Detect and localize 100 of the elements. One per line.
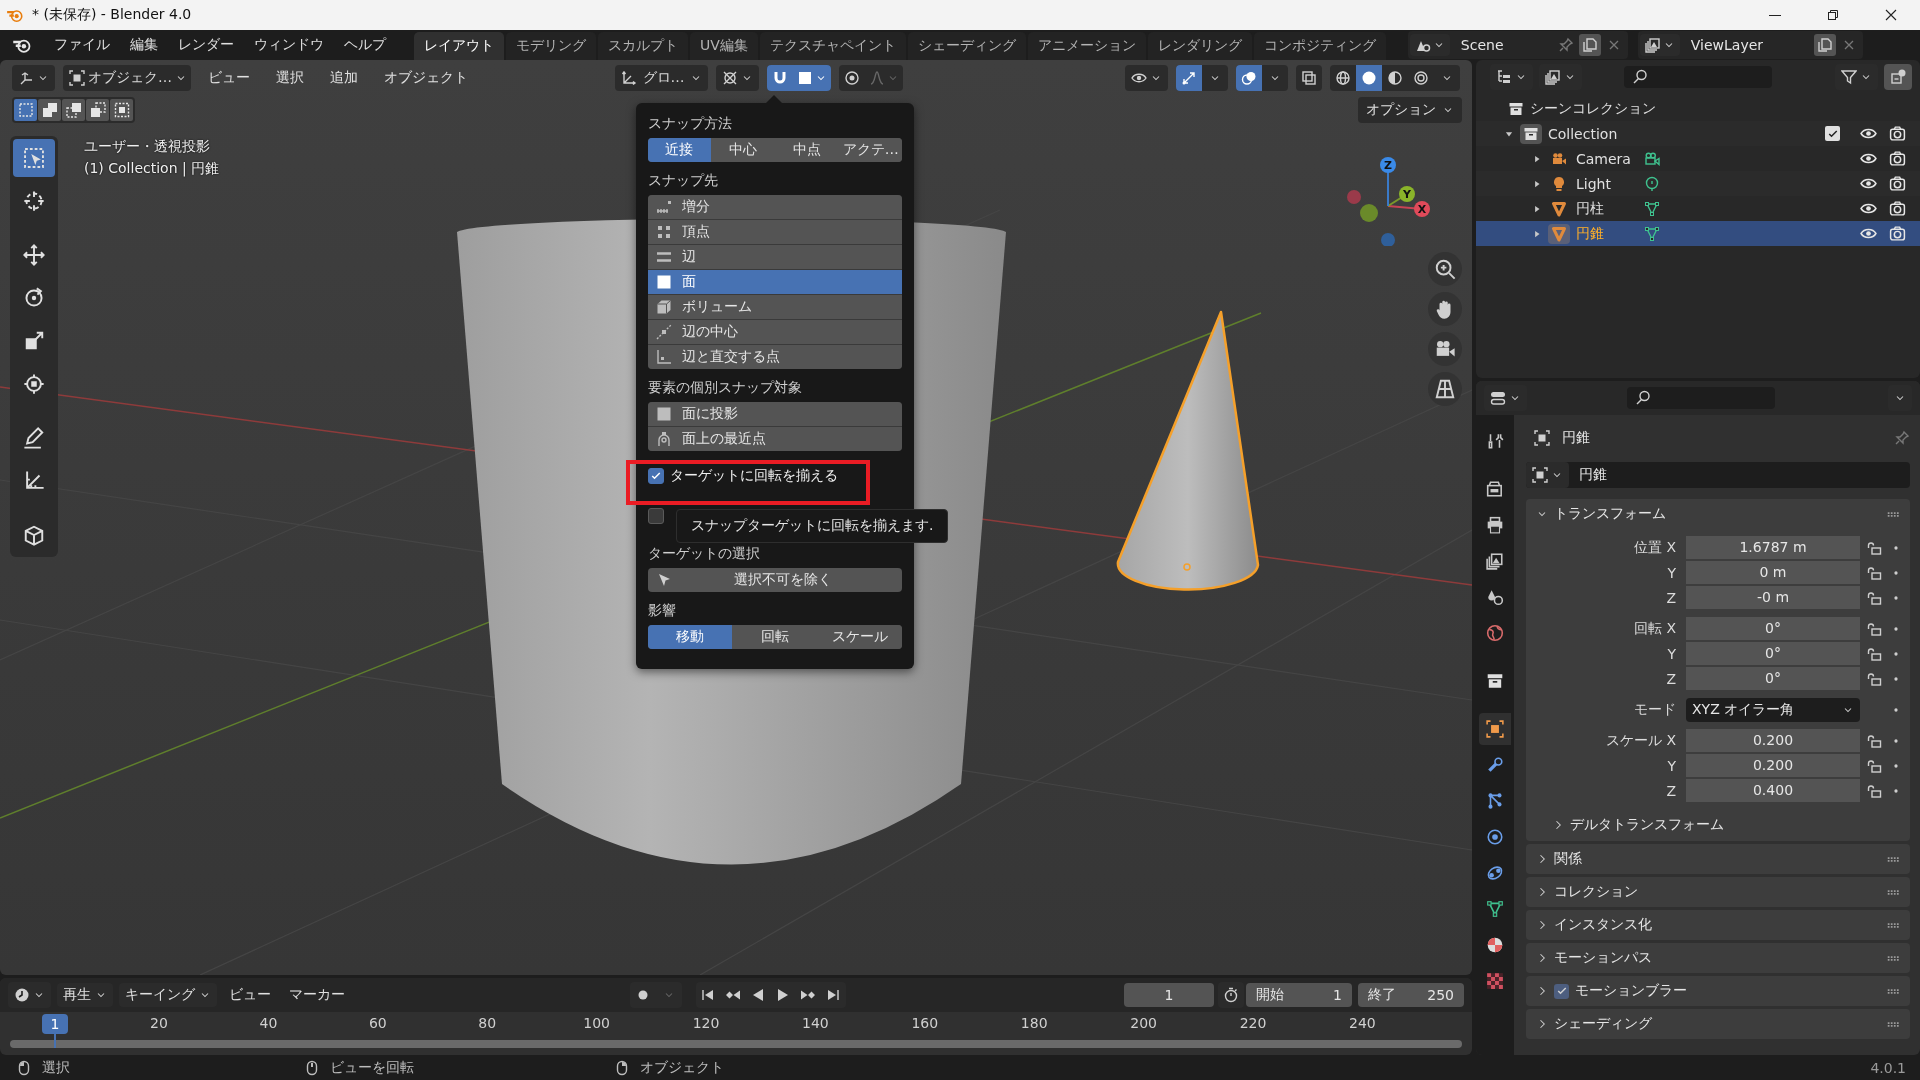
frame-number: 120 [692,1015,720,1031]
tree-item-label: Camera [1576,150,1632,167]
rotation-mode-dropdown[interactable]: XYZ オイラー角 [1686,697,1860,722]
panel-title[interactable]: コレクション [1554,883,1638,901]
tooltip: スナップターゲットに回転を揃えます. [676,509,949,543]
frame-number: 140 [802,1015,829,1031]
workspace-tab[interactable]: コンポジティング [1253,32,1386,60]
menu-item[interactable]: レンダー [168,33,244,57]
frame-number: 220 [1239,1015,1267,1031]
field-label: Z [1665,782,1677,799]
tree-item-label: Collection [1548,125,1618,142]
number-field[interactable]: 0.200 [1686,728,1860,753]
object-name: 円錐 [1562,429,1590,447]
checkbox-label: ターゲットに回転を揃える [670,467,838,485]
workspace-tab[interactable]: レンダリング [1147,32,1252,60]
number-field[interactable]: 0° [1686,641,1860,666]
status-hint: 選択 [42,1058,70,1077]
panel-title[interactable]: トランスフォーム [1554,505,1666,523]
menu-item[interactable]: 追加 [321,66,367,90]
frame-number: 60 [368,1015,387,1031]
menu-item[interactable]: 編集 [120,33,168,57]
panel-title[interactable]: 関係 [1554,850,1582,868]
snap-individual-option[interactable]: 面に投影 [648,402,902,426]
status-hint: オブジェクト [640,1058,724,1077]
viewport-info-text: (1) Collection | 円錐 [84,160,220,178]
panel-title[interactable]: モーションブラー [1575,982,1687,1000]
menu-item[interactable]: ビュー [223,983,277,1007]
exclude-nonselectable-button[interactable]: 選択不可を除く [648,568,902,592]
snap-individual-option[interactable]: 面上の最近点 [648,427,902,451]
menu-item[interactable]: ウィンドウ [244,33,334,57]
menu-item[interactable]: 選択 [267,66,313,90]
window-title: * (未保存) - Blender 4.0 [32,6,192,24]
frame-number: 180 [1020,1015,1048,1031]
current-frame-marker[interactable]: 1 [42,1014,68,1034]
options-dropdown[interactable]: オプション [1358,97,1462,123]
orientation-dropdown[interactable]: グロ… [615,65,708,91]
workspace-tab[interactable]: レイアウト [414,32,504,60]
field-label: Y [1666,757,1677,774]
snap-target-option[interactable]: 辺 [648,245,902,269]
field-label: Z [1665,589,1677,606]
panel-title[interactable]: モーションパス [1554,949,1652,967]
number-field[interactable]: 0 m [1686,560,1860,585]
affect-option[interactable]: 移動 [648,625,732,649]
field-label: Y [1666,564,1677,581]
field-label: Y [1666,645,1677,662]
snap-target-option[interactable]: 頂点 [648,220,902,244]
current-frame-field[interactable]: 1 [1124,983,1214,1007]
subpanel-title[interactable]: デルタトランスフォーム [1570,816,1724,834]
outliner-row[interactable]: Camera [1476,146,1920,171]
snap-target-option[interactable]: 面 [648,270,902,294]
outliner-row[interactable]: 円錐 [1476,221,1920,246]
number-field[interactable]: 0° [1686,666,1860,691]
mode-dropdown[interactable]: オブジェク… [63,65,191,91]
end-frame-field[interactable]: 終了 250 [1358,983,1464,1007]
frame-number: 20 [150,1015,168,1031]
menu-item[interactable]: マーカー [283,983,351,1007]
section-title: スナップ方法 [648,115,733,133]
menu-item[interactable]: キーイング [119,983,217,1007]
workspace-tab[interactable]: アニメーション [1027,32,1146,60]
frame-number: 240 [1349,1015,1376,1031]
snap-target-option[interactable]: 辺と直交する点 [648,345,902,369]
tree-item[interactable]: シーンコレクション [1530,99,1656,118]
section-title: ターゲットの選択 [648,545,761,563]
workspace-tab[interactable]: テクスチャペイント [759,32,906,60]
snap-method-option[interactable]: 近接 [648,138,711,162]
frame-number: 80 [478,1015,497,1031]
outliner-row[interactable]: 円柱 [1476,196,1920,221]
menu-item[interactable]: ファイル [44,33,120,57]
workspace-tab[interactable]: シェーディング [907,32,1026,60]
menu-item[interactable]: オブジェクト [375,66,477,90]
name-field[interactable]: 円錐 [1569,466,1607,484]
snap-target-option[interactable]: 増分 [648,195,902,219]
start-frame-field[interactable]: 開始 1 [1246,983,1352,1007]
frame-number: 40 [259,1015,278,1031]
section-title: 要素の個別スナップ対象 [648,379,803,397]
tree-item-label: Light [1576,175,1612,192]
number-field[interactable]: 0° [1686,616,1860,641]
workspace-tab[interactable]: UV編集 [690,32,758,60]
panel-title[interactable]: シェーディング [1554,1015,1652,1033]
frame-number: 160 [911,1015,939,1031]
number-field[interactable]: 1.6787 m [1686,535,1860,560]
number-field[interactable]: 0.400 [1686,778,1860,803]
workspace-tab[interactable]: スカルプト [598,32,688,60]
version-label: 4.0.1 [1870,1059,1906,1076]
viewport-info-text: ユーザー・透視投影 [84,138,211,156]
number-field[interactable]: -0 m [1686,585,1860,610]
menu-item[interactable]: ヘルプ [334,33,396,57]
panel-title[interactable]: インスタンス化 [1554,916,1652,934]
workspace-tab[interactable]: モデリング [506,32,596,60]
menu-item[interactable]: 再生 [57,983,113,1007]
frame-number: 200 [1130,1015,1157,1031]
snap-target-option[interactable]: 辺の中心 [648,320,902,344]
snap-target-option[interactable]: ボリューム [648,295,902,319]
field-label: 回転 X [1632,619,1677,638]
field-label: 位置 X [1632,538,1677,557]
section-title: 影響 [648,602,677,620]
field-label: スケール X [1604,731,1677,750]
number-field[interactable]: 0.200 [1686,753,1860,778]
menu-item[interactable]: ビュー [199,66,259,90]
navigation-gizmo[interactable]: X Y Z [1344,136,1454,246]
